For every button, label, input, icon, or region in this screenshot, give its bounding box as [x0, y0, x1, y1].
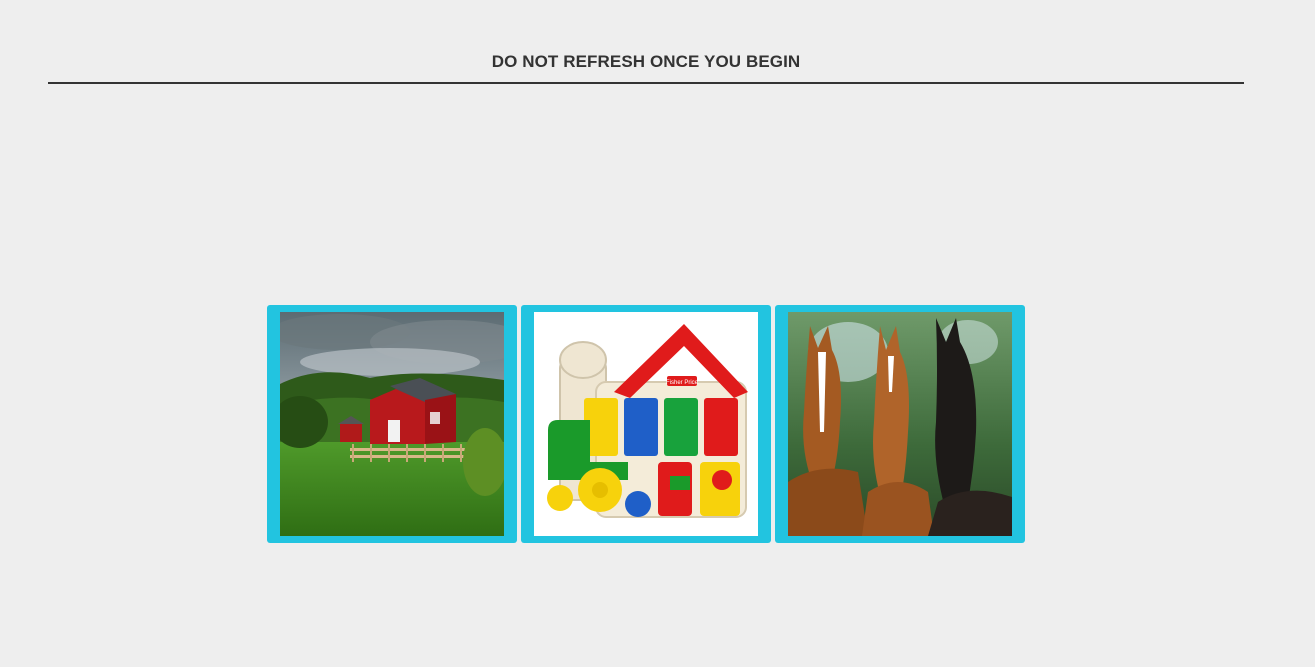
page-title: DO NOT REFRESH ONCE YOU BEGIN [491, 52, 801, 71]
page: DO NOT REFRESH ONCE YOU BEGIN Fisher Pri… [0, 0, 1315, 667]
barn-photo [280, 312, 504, 536]
toy-barn-photo: Fisher Price [534, 312, 758, 536]
header-divider [48, 82, 1244, 84]
horses-photo [788, 312, 1012, 536]
choice-card-barn[interactable] [267, 305, 517, 543]
choice-card-toy-barn[interactable]: Fisher Price [521, 305, 771, 543]
brand-label-text: Fisher Price [666, 380, 699, 386]
choice-card-horses[interactable] [775, 305, 1025, 543]
